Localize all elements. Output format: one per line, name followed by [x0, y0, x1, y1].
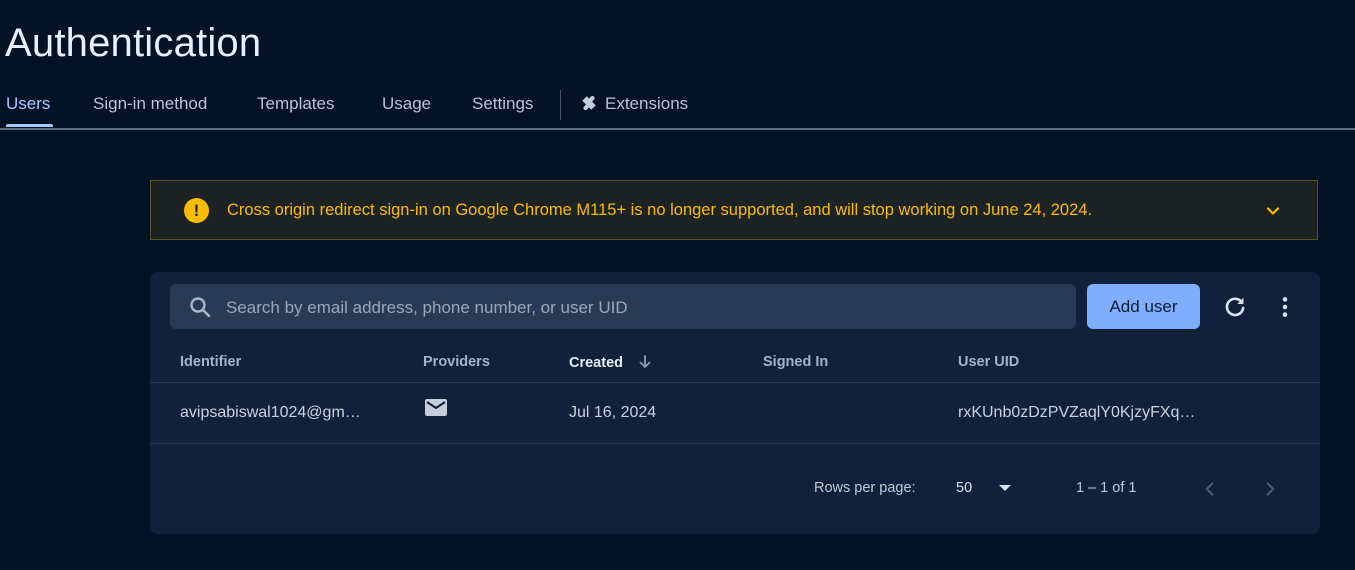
- column-header-created[interactable]: Created: [569, 354, 653, 371]
- pagination-range: 1 – 1 of 1: [1076, 480, 1137, 496]
- header-divider: [150, 382, 1320, 383]
- column-header-created-label: Created: [569, 355, 623, 371]
- tab-settings[interactable]: Settings: [472, 94, 533, 114]
- extensions-icon: [582, 95, 596, 111]
- authentication-page: Authentication Users Sign-in method Temp…: [0, 0, 1355, 570]
- users-card: Add user Identifier Providers Created Si…: [150, 272, 1320, 534]
- refresh-icon[interactable]: [1222, 294, 1248, 320]
- rows-per-page-label: Rows per page:: [814, 480, 916, 496]
- rows-per-page-select[interactable]: 50: [956, 477, 1016, 499]
- tab-templates[interactable]: Templates: [257, 94, 334, 114]
- search-input[interactable]: [224, 284, 1058, 331]
- tab-users[interactable]: Users: [6, 94, 50, 114]
- row-divider: [150, 443, 1320, 444]
- dropdown-arrow-icon: [999, 485, 1011, 491]
- tab-bar: Users Sign-in method Templates Usage Set…: [0, 84, 1355, 130]
- email-icon: [425, 399, 447, 416]
- warning-icon: !: [184, 198, 209, 223]
- column-header-identifier[interactable]: Identifier: [180, 354, 241, 370]
- warning-banner: ! Cross origin redirect sign-in on Googl…: [150, 180, 1318, 240]
- search-icon: [190, 297, 211, 318]
- page-title: Authentication: [5, 21, 262, 65]
- cell-identifier: avipsabiswal1024@gm…: [180, 404, 361, 421]
- tab-sign-in-method[interactable]: Sign-in method: [93, 94, 207, 114]
- add-user-button[interactable]: Add user: [1087, 284, 1200, 329]
- tab-extensions[interactable]: Extensions: [580, 94, 688, 114]
- tab-usage[interactable]: Usage: [382, 94, 431, 114]
- column-header-providers[interactable]: Providers: [423, 354, 490, 370]
- cell-user-uid: rxKUnb0zDzPVZaqlY0KjzyFXq…: [958, 404, 1196, 421]
- search-bar: [170, 284, 1076, 331]
- chevron-left-icon[interactable]: [1199, 478, 1221, 500]
- cell-created: Jul 16, 2024: [569, 404, 657, 421]
- active-tab-indicator: [6, 124, 53, 127]
- chevron-right-icon[interactable]: [1259, 478, 1281, 500]
- more-vert-icon[interactable]: [1272, 294, 1298, 320]
- chevron-down-icon[interactable]: [1263, 201, 1283, 221]
- banner-message: Cross origin redirect sign-in on Google …: [227, 201, 1093, 219]
- rows-per-page-value: 50: [956, 480, 973, 496]
- tab-extensions-label: Extensions: [605, 94, 689, 113]
- tab-divider: [560, 90, 561, 120]
- column-header-user-uid[interactable]: User UID: [958, 354, 1019, 370]
- arrow-down-icon: [639, 355, 651, 368]
- column-header-signed-in[interactable]: Signed In: [763, 354, 828, 370]
